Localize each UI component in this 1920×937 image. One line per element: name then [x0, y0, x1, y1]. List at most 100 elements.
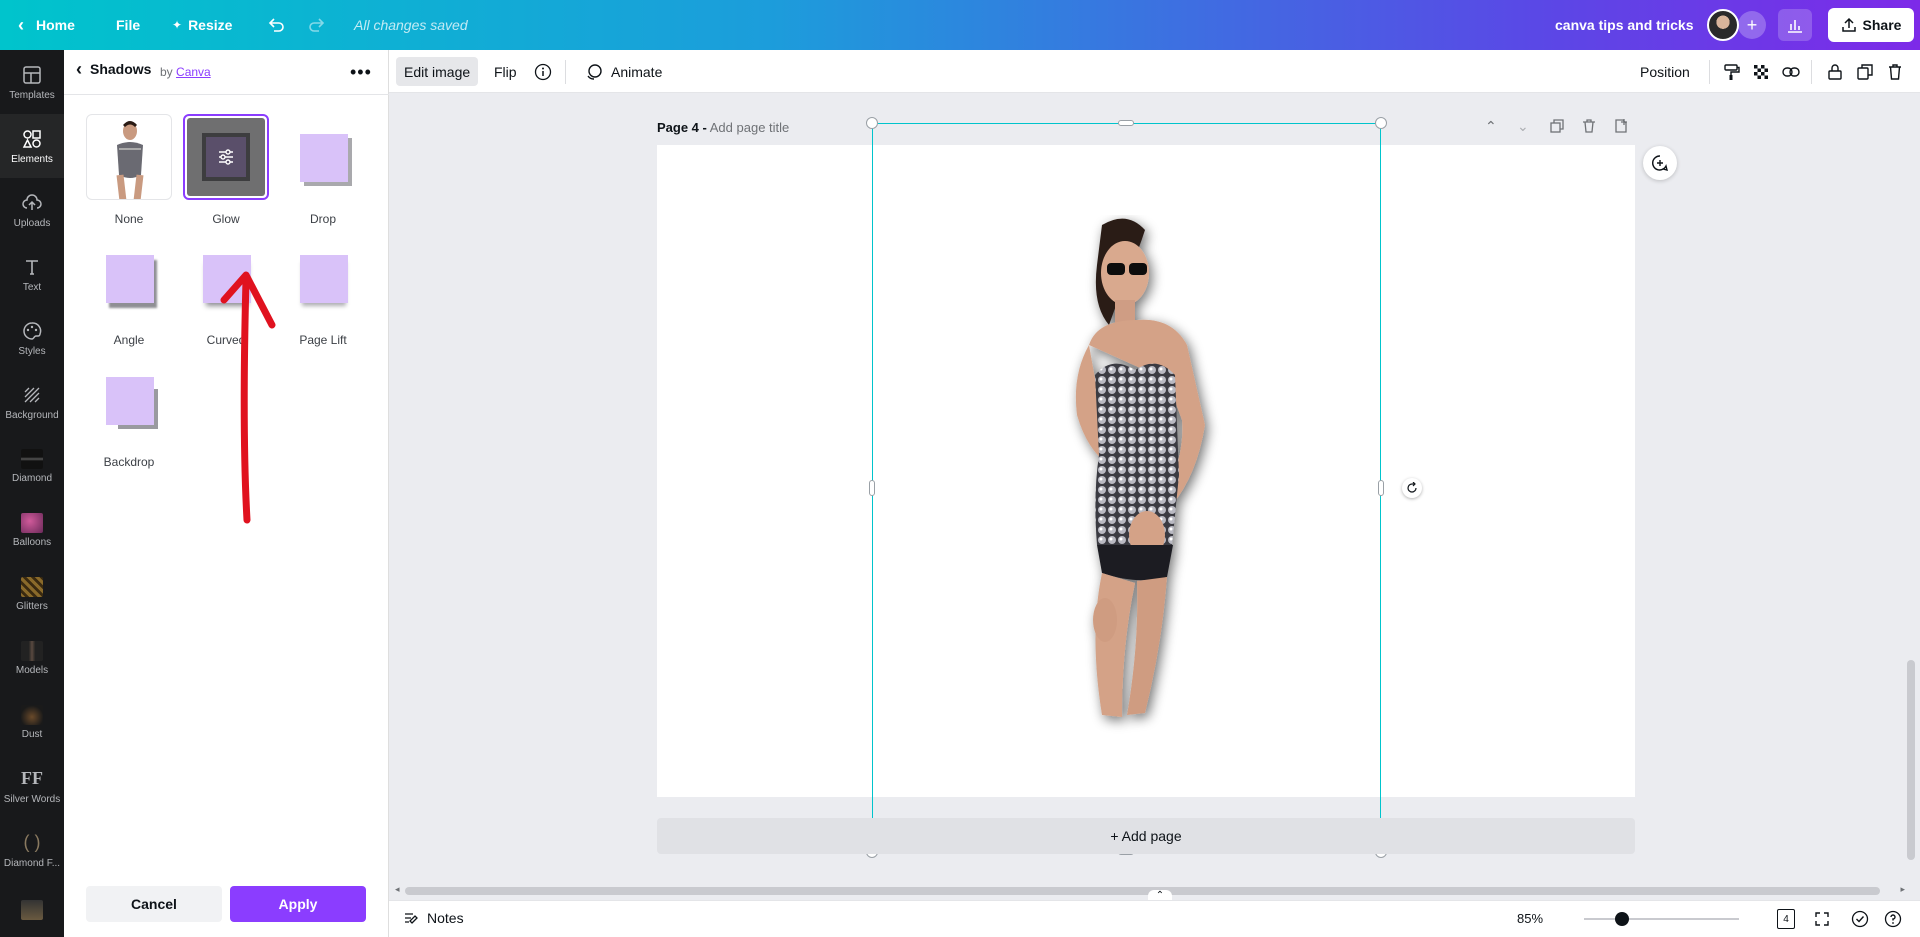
page-count: 4 — [1783, 913, 1789, 925]
rail-label: Dust — [21, 728, 43, 740]
resize-handle-top-right[interactable] — [1375, 117, 1387, 129]
edit-image-button[interactable]: Edit image — [396, 57, 479, 86]
undo-button[interactable] — [266, 0, 286, 50]
home-button[interactable]: ‹ Home — [18, 0, 75, 50]
rail-item-uploads[interactable]: Uploads — [0, 178, 64, 242]
home-label: Home — [36, 17, 75, 33]
animate-label: Animate — [611, 63, 663, 80]
page-count-button[interactable]: 4 — [1777, 909, 1795, 929]
duplicate-icon[interactable] — [1855, 62, 1875, 82]
avatar[interactable] — [1707, 9, 1739, 41]
trash-icon[interactable] — [1885, 62, 1905, 82]
back-button[interactable]: ‹ Shadows — [76, 59, 151, 79]
cancel-button[interactable]: Cancel — [86, 886, 222, 922]
rail-item-background[interactable]: Background — [0, 370, 64, 434]
design-title[interactable]: canva tips and tricks — [1555, 0, 1694, 50]
lock-icon[interactable] — [1825, 62, 1845, 82]
rail-item-balloons[interactable]: Balloons — [0, 498, 64, 562]
context-toolbar: Edit image Flip Animate Position — [389, 50, 1920, 93]
rail-item-silver-words[interactable]: FF Silver Words — [0, 754, 64, 818]
apply-button[interactable]: Apply — [230, 886, 366, 922]
sparkle-icon: ✦ — [172, 18, 183, 32]
zoom-level[interactable]: 85% — [1517, 911, 1543, 926]
rail-label: Glitters — [16, 600, 48, 612]
effect-thumbnail — [280, 114, 366, 200]
info-icon[interactable] — [533, 62, 553, 82]
rail-item-diamond[interactable]: Diamond — [0, 434, 64, 498]
effect-none[interactable]: None — [84, 114, 174, 226]
resize-button[interactable]: ✦ Resize — [172, 0, 232, 50]
file-menu-button[interactable]: File — [116, 0, 140, 50]
rail-item-templates[interactable]: Templates — [0, 50, 64, 114]
help-icon[interactable] — [1884, 910, 1902, 933]
rail-item-dust[interactable]: Dust — [0, 690, 64, 754]
rail-item-text[interactable]: Text — [0, 242, 64, 306]
move-page-down-icon[interactable]: ⌄ — [1517, 118, 1529, 135]
animate-button[interactable]: Animate — [577, 57, 670, 86]
effect-angle[interactable]: Angle — [84, 235, 174, 347]
sliders-icon[interactable] — [216, 147, 236, 167]
undo-icon — [268, 18, 284, 32]
effect-drop[interactable]: Drop — [278, 114, 368, 226]
page-label: Page 4 - Add page title — [657, 120, 789, 135]
duplicate-page-icon[interactable] — [1549, 118, 1565, 137]
add-page-icon[interactable] — [1613, 118, 1629, 137]
resize-handle-left[interactable] — [869, 480, 875, 496]
rotate-handle[interactable] — [1402, 478, 1422, 498]
scroll-right-icon[interactable]: ▸ — [1900, 884, 1905, 895]
effect-backdrop[interactable]: Backdrop — [84, 357, 174, 469]
share-button[interactable]: Share — [1828, 8, 1914, 42]
rail-label: Background — [5, 409, 59, 421]
delete-page-icon[interactable] — [1581, 118, 1597, 137]
scroll-left-icon[interactable]: ◂ — [395, 884, 400, 895]
transparency-icon[interactable] — [1751, 62, 1771, 82]
share-label: Share — [1862, 17, 1902, 33]
move-page-up-icon[interactable]: ⌃ — [1485, 118, 1497, 135]
zoom-slider-track[interactable] — [1584, 918, 1739, 920]
scroll-thumb[interactable] — [1907, 660, 1915, 860]
save-status: All changes saved — [354, 17, 468, 33]
canva-link[interactable]: Canva — [176, 65, 211, 79]
zoom-slider-thumb[interactable] — [1614, 912, 1629, 926]
resize-handle-right[interactable] — [1378, 480, 1384, 496]
selection-box[interactable] — [872, 123, 1381, 852]
rail-label: Text — [22, 281, 42, 293]
rail-item-more[interactable] — [0, 882, 64, 937]
add-page-button[interactable]: + Add page — [657, 818, 1635, 854]
left-rail: Templates Elements Uploads Text Styles B… — [0, 50, 64, 937]
check-circle-icon[interactable] — [1851, 910, 1869, 933]
effect-glow[interactable]: Glow — [181, 114, 271, 226]
folder-thumb — [21, 512, 43, 533]
rail-label: Balloons — [12, 536, 52, 548]
more-options-icon[interactable]: ••• — [350, 62, 372, 83]
redo-button[interactable] — [307, 0, 327, 50]
flip-button[interactable]: Flip — [486, 57, 525, 86]
glow-square — [202, 133, 250, 181]
model-thumbnail-icon — [116, 121, 144, 199]
plus-icon: + — [1746, 14, 1758, 35]
rail-item-diamond-frames[interactable]: ( ) Diamond F... — [0, 818, 64, 882]
page-title-input[interactable]: Add page title — [710, 120, 790, 135]
top-bar: ‹ Home File ✦ Resize All changes saved c… — [0, 0, 1920, 50]
resize-handle-top[interactable] — [1118, 120, 1134, 126]
effect-label: None — [114, 212, 144, 226]
position-button[interactable]: Position — [1632, 57, 1698, 86]
add-collaborator-button[interactable]: + — [1738, 11, 1766, 39]
by-prefix: by — [160, 65, 173, 79]
rail-item-models[interactable]: Models — [0, 626, 64, 690]
rail-item-styles[interactable]: Styles — [0, 306, 64, 370]
insights-button[interactable] — [1778, 9, 1812, 41]
paint-roller-icon[interactable] — [1721, 62, 1741, 82]
folder-thumb — [21, 576, 43, 597]
chevron-left-icon: ‹ — [76, 59, 82, 79]
scroll-thumb[interactable] — [405, 887, 1880, 895]
resize-handle-top-left[interactable] — [866, 117, 878, 129]
fullscreen-icon[interactable] — [1814, 911, 1830, 932]
vertical-scrollbar[interactable] — [1905, 95, 1917, 885]
link-icon[interactable] — [1781, 62, 1801, 82]
rail-item-elements[interactable]: Elements — [0, 114, 64, 178]
notes-button[interactable]: Notes — [403, 910, 464, 926]
rail-item-glitters[interactable]: Glitters — [0, 562, 64, 626]
add-comment-button[interactable] — [1643, 146, 1677, 180]
shadow-preview — [300, 255, 348, 303]
